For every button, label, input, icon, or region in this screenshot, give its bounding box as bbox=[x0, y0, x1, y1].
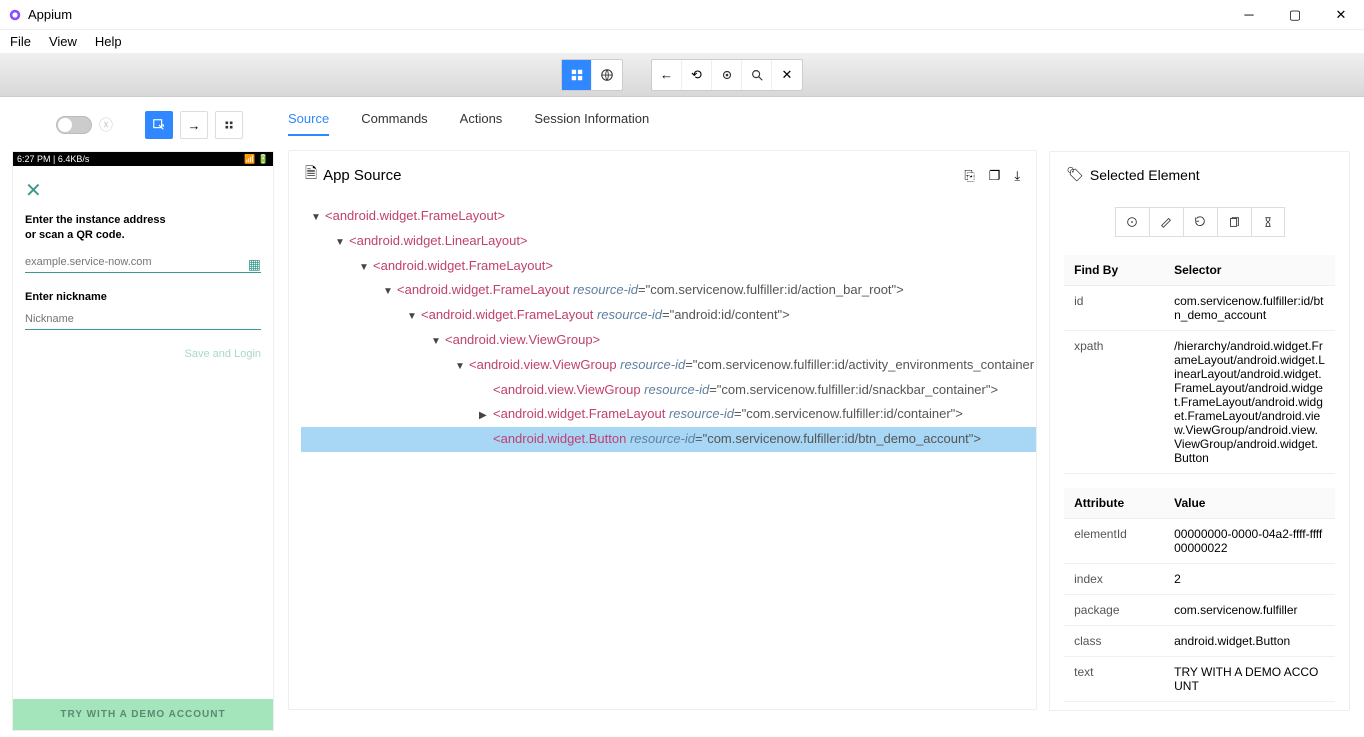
copy-xml-icon[interactable]: ⎘ bbox=[964, 168, 974, 184]
window-title: Appium bbox=[28, 7, 72, 22]
tree-node[interactable]: <android.view.ViewGroup> bbox=[445, 332, 600, 347]
phone-close-icon: ✕ bbox=[25, 178, 261, 203]
tab-session[interactable]: Session Information bbox=[534, 111, 649, 136]
tree-node[interactable]: <android.view.ViewGroup bbox=[469, 357, 620, 372]
phone-status-right: 📶 🔋 bbox=[244, 154, 269, 165]
copy-button[interactable] bbox=[1217, 207, 1251, 237]
tree-node[interactable]: <android.view.ViewGroup bbox=[493, 382, 644, 397]
swipe-button[interactable]: → bbox=[180, 111, 208, 139]
phone-demo-button: TRY WITH A DEMO ACCOUNT bbox=[13, 699, 273, 730]
th-findby: Find By bbox=[1064, 255, 1164, 286]
menu-file[interactable]: File bbox=[10, 34, 31, 49]
menu-view[interactable]: View bbox=[49, 34, 77, 49]
tree-node[interactable]: <android.widget.FrameLayout bbox=[421, 307, 597, 322]
app-icon bbox=[8, 8, 22, 22]
tree-node[interactable]: <android.widget.FrameLayout bbox=[397, 282, 573, 297]
tap-button[interactable] bbox=[215, 111, 243, 139]
selected-element-title: Selected Element bbox=[1090, 167, 1200, 183]
tab-commands[interactable]: Commands bbox=[361, 111, 427, 136]
attributes-table: AttributeValue elementId00000000-0000-04… bbox=[1064, 488, 1335, 711]
record-button[interactable] bbox=[712, 60, 742, 90]
phone-label-2: or scan a QR code. bbox=[25, 228, 261, 243]
qr-icon: ▦ bbox=[248, 256, 261, 273]
tree-node-selected[interactable]: <android.widget.Button resource-id="com.… bbox=[301, 427, 1036, 452]
close-button[interactable]: ✕ bbox=[1318, 0, 1364, 30]
menu-help[interactable]: Help bbox=[95, 34, 122, 49]
device-preview[interactable]: 6:27 PM | 6.4KB/s 📶 🔋 ✕ Enter the instan… bbox=[12, 151, 274, 731]
download-icon[interactable]: ⤓ bbox=[1014, 168, 1020, 184]
menu-bar: File View Help bbox=[0, 30, 1364, 53]
tap-element-button[interactable] bbox=[1115, 207, 1149, 237]
maximize-button[interactable]: ▢ bbox=[1272, 0, 1318, 30]
tab-source[interactable]: Source bbox=[288, 111, 329, 136]
phone-label-3: Enter nickname bbox=[25, 291, 261, 303]
phone-status-left: 6:27 PM | 6.4KB/s bbox=[17, 154, 89, 164]
clear-button[interactable] bbox=[1183, 207, 1217, 237]
tree-node[interactable]: <android.widget.FrameLayout> bbox=[373, 258, 553, 273]
th-value: Value bbox=[1164, 488, 1335, 519]
source-tree[interactable]: ▼<android.widget.FrameLayout> ▼<android.… bbox=[289, 200, 1036, 472]
selected-element-panel: 🏷 Selected Element Find BySelector idcom.… bbox=[1049, 151, 1350, 711]
th-selector: Selector bbox=[1164, 255, 1335, 286]
search-button[interactable] bbox=[742, 60, 772, 90]
quit-button[interactable]: ✕ bbox=[772, 60, 802, 90]
tree-node[interactable]: <android.widget.FrameLayout> bbox=[325, 208, 505, 223]
timing-button[interactable] bbox=[1251, 207, 1285, 237]
refresh-button[interactable]: ⟲ bbox=[682, 60, 712, 90]
tab-actions[interactable]: Actions bbox=[460, 111, 503, 136]
phone-label-1: Enter the instance address bbox=[25, 213, 261, 228]
native-mode-button[interactable] bbox=[562, 60, 592, 90]
toggle-x-icon: ⓧ bbox=[99, 115, 113, 135]
doc-icon: 🗎 bbox=[305, 163, 317, 188]
th-attribute: Attribute bbox=[1064, 488, 1164, 519]
web-mode-button[interactable] bbox=[592, 60, 622, 90]
tree-node[interactable]: <android.widget.LinearLayout> bbox=[349, 233, 528, 248]
mjpeg-toggle[interactable] bbox=[56, 116, 92, 134]
toolbar: ← ⟲ ✕ bbox=[0, 53, 1364, 97]
findby-table: Find BySelector idcom.servicenow.fulfill… bbox=[1064, 255, 1335, 474]
title-bar: Appium ─ ▢ ✕ bbox=[0, 0, 1364, 30]
back-button[interactable]: ← bbox=[652, 60, 682, 90]
phone-nickname-input bbox=[25, 309, 261, 330]
select-element-button[interactable] bbox=[145, 111, 173, 139]
phone-instance-input bbox=[25, 252, 261, 273]
app-source-panel: 🗎 App Source ⎘ ❐ ⤓ ▼<android.widget.Frame… bbox=[288, 150, 1037, 710]
tabs: Source Commands Actions Session Informat… bbox=[288, 111, 1037, 150]
copy-icon[interactable]: ❐ bbox=[989, 168, 1001, 184]
tree-node[interactable]: <android.widget.FrameLayout bbox=[493, 406, 669, 421]
app-source-title: App Source bbox=[323, 167, 401, 184]
tag-icon: 🏷 bbox=[1066, 166, 1084, 183]
minimize-button[interactable]: ─ bbox=[1226, 0, 1272, 30]
phone-save-label: Save and Login bbox=[25, 348, 261, 360]
send-keys-button[interactable] bbox=[1149, 207, 1183, 237]
